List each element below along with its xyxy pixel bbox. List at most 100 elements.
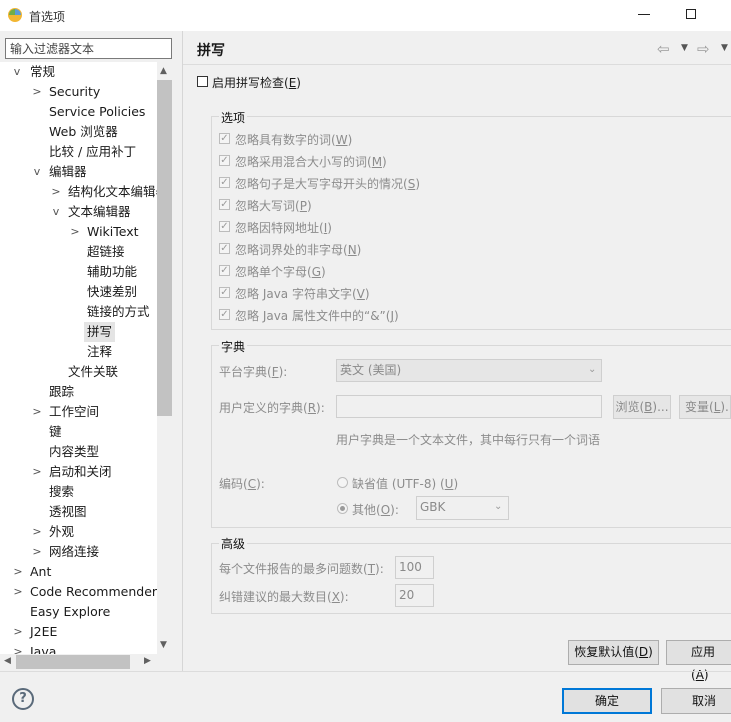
tree-item-linked-mode[interactable]: 链接的方式: [87, 302, 150, 322]
ignore-digits-label: 忽略具有数字的词(W): [235, 133, 353, 147]
ignore-non-letters-checkbox[interactable]: ✓: [219, 243, 230, 254]
tree-item-editors[interactable]: 编辑器: [49, 162, 87, 182]
expand-icon[interactable]: >: [31, 542, 43, 562]
tree-item-spelling[interactable]: 拼写: [84, 322, 116, 342]
tree-item-startup-shutdown[interactable]: 启动和关闭: [49, 462, 112, 482]
scroll-right-icon[interactable]: ▶: [144, 656, 151, 666]
ignore-single-letters-checkbox[interactable]: ✓: [219, 265, 230, 276]
ok-button[interactable]: 确定: [562, 688, 652, 714]
ignore-sentence-capitalization-label: 忽略句子是大写字母开头的情况(S): [235, 177, 420, 191]
enable-spell-checkbox[interactable]: [197, 76, 208, 87]
apply-button[interactable]: 应用(A): [666, 640, 731, 682]
expand-icon[interactable]: >: [12, 622, 24, 642]
help-icon[interactable]: ?: [12, 688, 34, 710]
encoding-default-label: 缺省值 (UTF-8) (U): [352, 477, 459, 491]
tree-item-keys[interactable]: 键: [49, 422, 62, 442]
ignore-java-strings-label: 忽略 Java 字符串文字(V): [235, 287, 370, 301]
tree-horizontal-scroll-thumb[interactable]: [16, 655, 130, 669]
enable-spell-label[interactable]: 启用拼写检查(E): [212, 74, 301, 91]
expand-icon[interactable]: >: [31, 82, 43, 102]
tree-item-text-editors[interactable]: 文本编辑器: [68, 202, 131, 222]
cancel-button[interactable]: 取消: [661, 688, 731, 714]
tree-item-web-browser[interactable]: Web 浏览器: [49, 122, 118, 142]
app-icon: [8, 8, 22, 22]
expand-icon[interactable]: >: [31, 522, 43, 542]
encoding-other-radio[interactable]: [337, 503, 348, 514]
tree-item-search[interactable]: 搜索: [49, 482, 74, 502]
tree-item-workspace[interactable]: 工作空间: [49, 402, 99, 422]
tree-item-java[interactable]: Java: [30, 642, 56, 654]
expand-icon[interactable]: v: [11, 62, 23, 82]
ignore-java-properties-ampersand-checkbox[interactable]: ✓: [219, 309, 230, 320]
platform-dictionary-label: 平台字典(F):: [219, 365, 288, 379]
back-icon[interactable]: ⇦: [657, 40, 670, 58]
ignore-java-properties-ampersand-label: 忽略 Java 属性文件中的“&”(J): [235, 309, 399, 323]
scroll-up-icon[interactable]: ▲: [160, 66, 167, 76]
tree-item-wikitext[interactable]: WikiText: [87, 222, 139, 242]
max-problems-label: 每个文件报告的最多问题数(T):: [219, 562, 384, 576]
max-problems-input[interactable]: 100: [395, 556, 434, 579]
tree-item-general[interactable]: 常规: [30, 62, 55, 82]
tree-item-content-types[interactable]: 内容类型: [49, 442, 99, 462]
forward-dropdown-icon[interactable]: ▼: [721, 43, 728, 53]
ignore-java-strings-checkbox[interactable]: ✓: [219, 287, 230, 298]
ignore-digits-checkbox[interactable]: ✓: [219, 133, 230, 144]
user-dictionary-hint: 用户字典是一个文本文件，其中每行只有一个词语: [336, 433, 601, 447]
chevron-down-icon[interactable]: ⌄: [494, 501, 502, 512]
ignore-mixed-case-checkbox[interactable]: ✓: [219, 155, 230, 166]
encoding-default-radio[interactable]: [337, 477, 348, 488]
tree-item-hyperlinks[interactable]: 超链接: [87, 242, 125, 262]
filter-input[interactable]: [5, 38, 172, 59]
maximize-button[interactable]: [686, 9, 696, 19]
ignore-internet-addresses-checkbox[interactable]: ✓: [219, 221, 230, 232]
scroll-down-icon[interactable]: ▼: [160, 640, 167, 650]
tree-item-easy-explore[interactable]: Easy Explore: [30, 602, 110, 622]
chevron-down-icon[interactable]: ⌄: [588, 364, 596, 375]
tree-item-tracing[interactable]: 跟踪: [49, 382, 74, 402]
title-bar: [0, 0, 731, 31]
minimize-button[interactable]: [638, 14, 650, 15]
tree-item-compare-patch[interactable]: 比较 / 应用补丁: [49, 142, 136, 162]
tree-item-ant[interactable]: Ant: [30, 562, 51, 582]
tree-item-file-associations[interactable]: 文件关联: [68, 362, 118, 382]
tree-item-structured-text-editors[interactable]: 结构化文本编辑器: [68, 182, 157, 202]
ignore-mixed-case-label: 忽略采用混合大小写的词(M): [235, 155, 387, 169]
tree-item-perspectives[interactable]: 透视图: [49, 502, 87, 522]
panel-divider[interactable]: [182, 31, 183, 671]
tree-item-quick-diff[interactable]: 快速差别: [87, 282, 137, 302]
header-separator: [183, 64, 731, 65]
tree-item-code-recommenders[interactable]: Code Recommenders: [30, 582, 157, 602]
back-dropdown-icon[interactable]: ▼: [681, 43, 688, 53]
expand-icon[interactable]: >: [31, 402, 43, 422]
tree-vertical-scroll-thumb[interactable]: [157, 80, 172, 416]
tree-item-network-connections[interactable]: 网络连接: [49, 542, 99, 562]
preference-tree[interactable]: v 常规 > Security Service Policies Web 浏览器…: [0, 62, 157, 654]
platform-dictionary-select[interactable]: 英文 (美国): [336, 359, 602, 382]
user-dictionary-input[interactable]: [336, 395, 602, 418]
ignore-single-letters-label: 忽略单个字母(G): [235, 265, 326, 279]
tree-item-service-policies[interactable]: Service Policies: [49, 102, 145, 122]
expand-icon[interactable]: >: [31, 462, 43, 482]
tree-item-accessibility[interactable]: 辅助功能: [87, 262, 137, 282]
expand-icon[interactable]: v: [31, 162, 43, 182]
ignore-uppercase-checkbox[interactable]: ✓: [219, 199, 230, 210]
restore-defaults-button[interactable]: 恢复默认值(D): [568, 640, 659, 665]
forward-icon[interactable]: ⇨: [697, 40, 710, 58]
expand-icon[interactable]: >: [50, 182, 62, 202]
tree-item-appearance[interactable]: 外观: [49, 522, 74, 542]
expand-icon[interactable]: >: [12, 642, 24, 654]
options-group-title: 选项: [219, 109, 248, 126]
tree-item-security[interactable]: Security: [49, 82, 100, 102]
expand-icon[interactable]: v: [50, 202, 62, 222]
expand-icon[interactable]: >: [12, 582, 24, 602]
ignore-non-letters-label: 忽略词界处的非字母(N): [235, 243, 362, 257]
ignore-sentence-capitalization-checkbox[interactable]: ✓: [219, 177, 230, 188]
variables-button[interactable]: 变量(L)...: [679, 395, 731, 419]
expand-icon[interactable]: >: [12, 562, 24, 582]
tree-item-j2ee[interactable]: J2EE: [30, 622, 57, 642]
expand-icon[interactable]: >: [69, 222, 81, 242]
tree-item-annotations[interactable]: 注释: [87, 342, 112, 362]
browse-button[interactable]: 浏览(B)...: [613, 395, 671, 419]
max-suggestions-input[interactable]: 20: [395, 584, 434, 607]
scroll-left-icon[interactable]: ◀: [4, 656, 11, 666]
